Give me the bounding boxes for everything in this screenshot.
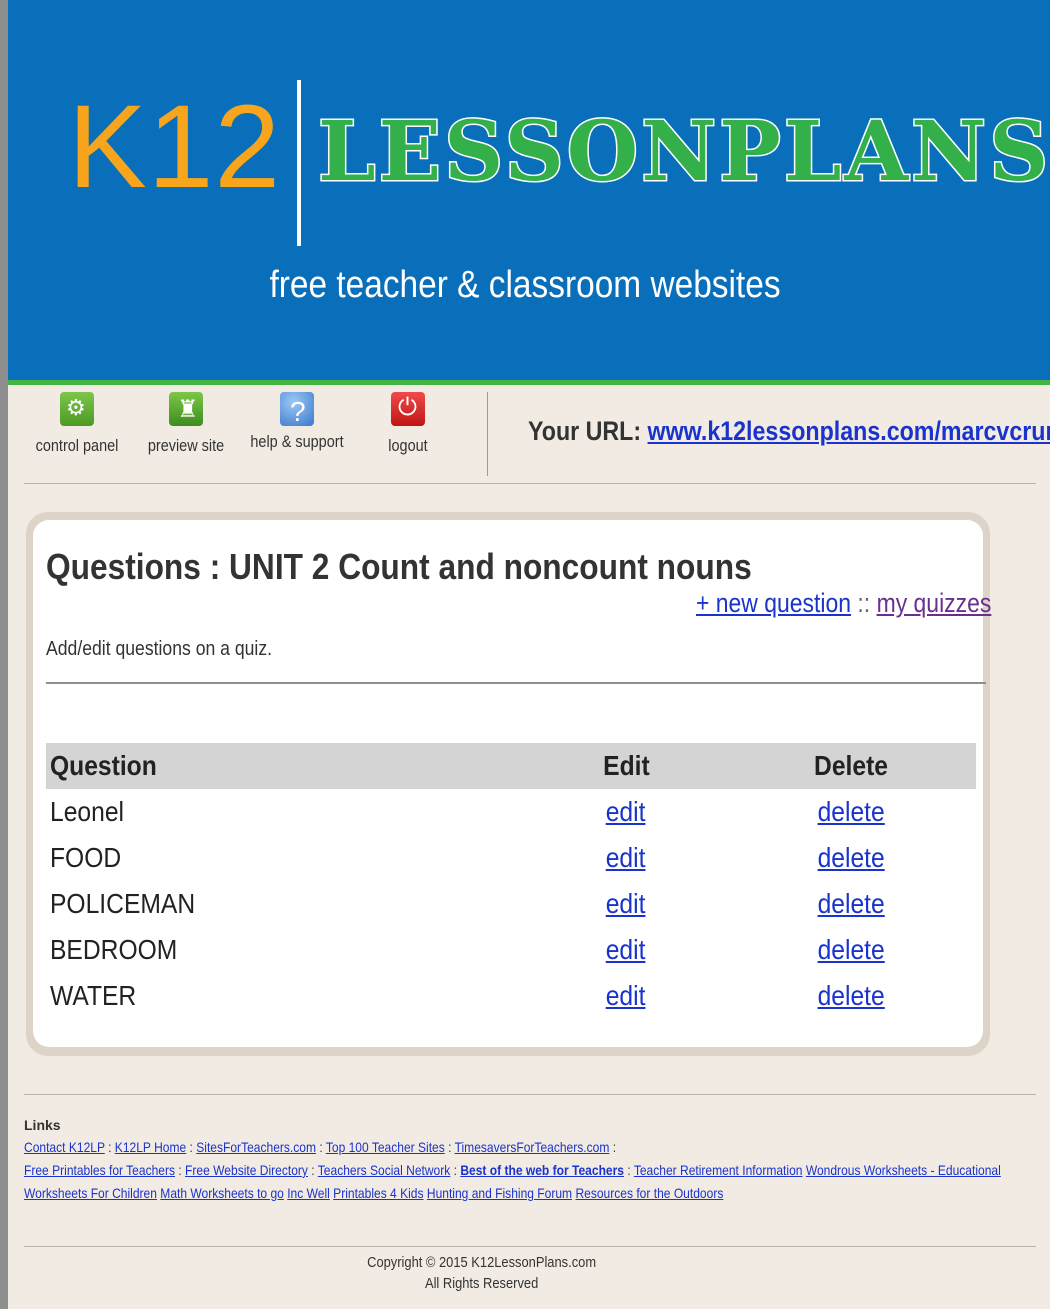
footer-links-title: Links xyxy=(24,1117,61,1133)
footer-link[interactable]: Math Worksheets to go xyxy=(160,1185,284,1201)
panel-divider xyxy=(46,682,986,684)
my-quizzes-link[interactable]: my quizzes xyxy=(877,588,992,618)
footer-link[interactable]: Free Website Directory xyxy=(185,1162,308,1178)
question-cell: Leonel xyxy=(50,796,125,827)
question-cell: BEDROOM xyxy=(50,934,178,965)
column-header-edit: Edit xyxy=(526,743,726,789)
table-row: POLICEMAN edit delete xyxy=(46,881,976,927)
footer-link[interactable]: Best of the web for Teachers xyxy=(460,1162,624,1178)
delete-link[interactable]: delete xyxy=(817,980,884,1012)
site-tagline: free teacher & classroom websites xyxy=(269,264,781,306)
column-header-delete: Delete xyxy=(726,743,976,789)
delete-link[interactable]: delete xyxy=(817,888,884,920)
logout-button[interactable]: logout xyxy=(353,392,463,456)
logout-label: logout xyxy=(388,436,428,455)
questions-table: Question Edit Delete Leonel edit delete … xyxy=(46,743,976,1019)
gear-icon xyxy=(60,392,94,426)
preview-site-label: preview site xyxy=(147,436,225,455)
page-title: Questions : UNIT 2 Count and noncount no… xyxy=(46,546,752,587)
footer-link[interactable]: Hunting and Fishing Forum xyxy=(427,1185,572,1201)
logo-lessonplans-text: LESSONPLANS xyxy=(316,103,1050,202)
question-cell: WATER xyxy=(50,980,137,1011)
table-row: FOOD edit delete xyxy=(46,835,976,881)
column-header-question: Question xyxy=(46,743,526,789)
footer-link[interactable]: Inc Well xyxy=(287,1185,330,1201)
question-cell: POLICEMAN xyxy=(50,888,196,919)
footer-link[interactable]: Teachers Social Network xyxy=(318,1162,450,1178)
copyright-line: All Rights Reserved xyxy=(424,1275,539,1292)
table-header-row: Question Edit Delete xyxy=(46,743,976,789)
your-url-label: Your URL: xyxy=(528,416,642,446)
footer-link[interactable]: TimesaversForTeachers.com xyxy=(455,1139,610,1155)
panel-actions: + new question :: my quizzes xyxy=(696,588,991,619)
copyright: Copyright © 2015 K12LessonPlans.com All … xyxy=(0,1252,963,1294)
footer-link[interactable]: Top 100 Teacher Sites xyxy=(326,1139,445,1155)
help-support-label: help & support xyxy=(250,432,344,451)
preview-site-button[interactable]: preview site xyxy=(131,392,241,456)
footer-link[interactable]: K12LP Home xyxy=(115,1139,186,1155)
your-url: Your URL: www.k12lessonplans.com/marcvcr… xyxy=(528,416,1050,447)
footer-divider xyxy=(24,1094,1036,1095)
question-cell: FOOD xyxy=(50,842,122,873)
edit-link[interactable]: edit xyxy=(606,888,646,920)
help-icon xyxy=(280,392,314,428)
edit-link[interactable]: edit xyxy=(606,934,646,966)
delete-link[interactable]: delete xyxy=(817,796,884,828)
your-url-link[interactable]: www.k12lessonplans.com/marcvcrumi xyxy=(648,416,1050,446)
edit-link[interactable]: edit xyxy=(606,796,646,828)
footer-link[interactable]: Free Printables for Teachers xyxy=(24,1162,175,1178)
actions-separator: :: xyxy=(857,588,871,618)
table-row: WATER edit delete xyxy=(46,973,976,1019)
edit-link[interactable]: edit xyxy=(606,842,646,874)
footer-link[interactable]: Printables 4 Kids xyxy=(333,1185,423,1201)
footer-link[interactable]: Resources for the Outdoors xyxy=(575,1185,723,1201)
logo-k12-text: K12 xyxy=(68,81,281,213)
footer-link[interactable]: SitesForTeachers.com xyxy=(196,1139,316,1155)
toolbar-divider xyxy=(487,392,488,476)
window-left-edge xyxy=(0,0,8,1309)
control-panel-label: control panel xyxy=(35,436,119,455)
new-question-link[interactable]: + new question xyxy=(696,588,851,618)
delete-link[interactable]: delete xyxy=(817,934,884,966)
help-support-button[interactable]: help & support xyxy=(242,392,352,452)
panel-description: Add/edit questions on a quiz. xyxy=(46,638,273,660)
site-header: K12 LESSONPLANS free teacher & classroom… xyxy=(8,0,1050,380)
control-panel-button[interactable]: control panel xyxy=(22,392,132,456)
castle-icon xyxy=(169,392,203,426)
power-icon xyxy=(391,392,425,426)
footer-link[interactable]: Teacher Retirement Information xyxy=(634,1162,803,1178)
logo-divider xyxy=(297,80,301,246)
edit-link[interactable]: edit xyxy=(606,980,646,1012)
divider xyxy=(24,483,1036,484)
footer-link[interactable]: Contact K12LP xyxy=(24,1139,105,1155)
table-row: BEDROOM edit delete xyxy=(46,927,976,973)
footer-links: Contact K12LP : K12LP Home : SitesForTea… xyxy=(24,1139,1001,1201)
copyright-line: Copyright © 2015 K12LessonPlans.com xyxy=(367,1254,597,1271)
table-row: Leonel edit delete xyxy=(46,789,976,835)
header-accent-line xyxy=(8,380,1050,385)
footer-divider-bottom xyxy=(24,1246,1036,1247)
delete-link[interactable]: delete xyxy=(817,842,884,874)
